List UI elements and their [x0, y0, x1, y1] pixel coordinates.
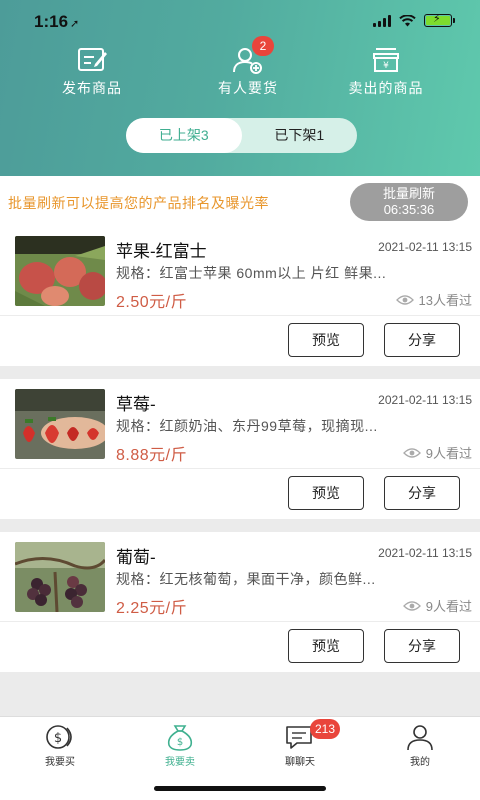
edit-icon — [78, 48, 107, 71]
share-button[interactable]: 分享 — [384, 323, 460, 357]
product-image-strawberry — [15, 389, 105, 459]
publish-product-label: 发布商品 — [62, 80, 122, 96]
tab-mine[interactable]: 我的 — [360, 721, 480, 768]
status-time: 1:16 ➚ — [34, 12, 80, 31]
svg-text:$: $ — [177, 737, 183, 748]
product-views: 13人看过 — [395, 290, 472, 309]
preview-button[interactable]: 预览 — [288, 476, 364, 510]
batch-refresh-button[interactable]: 批量刷新 06:35:36 — [350, 183, 468, 221]
location-arrow-icon: ➚ — [70, 18, 80, 30]
svg-text:$: $ — [54, 731, 62, 746]
product-views: 9人看过 — [402, 596, 472, 615]
listing-status-tabs: 已上架3 已下架1 — [126, 118, 357, 153]
sold-products-label: 卖出的商品 — [348, 80, 424, 96]
divider — [0, 468, 480, 469]
product-price: 2.50元/斤 — [116, 294, 188, 311]
cashbox-icon: ¥ — [373, 48, 399, 72]
product-date: 2021-02-11 13:15 — [378, 393, 472, 407]
product-image-apple — [15, 236, 105, 306]
battery-icon: ⚡ — [424, 13, 455, 27]
tab-mine-label: 我的 — [410, 757, 430, 768]
eye-icon — [402, 447, 421, 458]
tab-chat[interactable]: 聊聊天 213 — [240, 719, 360, 768]
dollar-coin-icon: $ — [46, 725, 72, 749]
header: 1:16 ➚ ⚡ 发布商品 有人要货 2 ¥ 卖出的商品 已上架3 已下架1 — [0, 0, 480, 176]
tab-listed[interactable]: 已上架3 — [126, 118, 242, 153]
sold-products-button[interactable]: ¥ 卖出的商品 — [316, 44, 456, 98]
tab-buy[interactable]: $ 我要买 — [0, 721, 120, 768]
product-spec: 规格：红无核葡萄，果面干净，颜色鲜... — [116, 571, 376, 587]
batch-refresh-label: 批量刷新 — [382, 186, 435, 201]
product-title: 草莓- — [116, 395, 156, 414]
tab-sell-label: 我要卖 — [165, 757, 195, 768]
share-button[interactable]: 分享 — [384, 476, 460, 510]
notice-text: 批量刷新可以提高您的产品排名及曝光率 — [8, 195, 269, 211]
divider — [0, 315, 480, 316]
tab-unlisted[interactable]: 已下架1 — [242, 118, 358, 153]
tab-buy-label: 我要买 — [45, 757, 75, 768]
product-card[interactable]: 草莓- 2021-02-11 13:15 规格：红颜奶油、东丹99草莓，现摘现.… — [0, 379, 480, 519]
product-date: 2021-02-11 13:15 — [378, 546, 472, 560]
person-icon — [407, 725, 433, 751]
refresh-countdown: 06:35:36 — [383, 202, 435, 217]
eye-icon — [402, 600, 421, 611]
divider — [0, 621, 480, 622]
buyer-requests-badge: 2 — [252, 36, 274, 56]
preview-button[interactable]: 预览 — [288, 629, 364, 663]
product-views: 9人看过 — [402, 443, 472, 462]
eye-icon — [395, 294, 414, 305]
status-bar: 1:16 ➚ ⚡ — [0, 0, 480, 44]
money-bag-icon: $ — [167, 725, 193, 751]
signal-icon — [373, 14, 391, 27]
buyer-requests-label: 有人要货 — [218, 80, 278, 96]
chat-unread-badge: 213 — [310, 719, 341, 739]
share-button[interactable]: 分享 — [384, 629, 460, 663]
product-date: 2021-02-11 13:15 — [378, 240, 472, 254]
publish-product-button[interactable]: 发布商品 — [22, 44, 162, 98]
wifi-icon — [399, 14, 416, 26]
product-title: 苹果-红富士 — [116, 242, 207, 261]
home-indicator — [154, 786, 326, 791]
product-card[interactable]: 苹果-红富士 2021-02-11 13:15 规格：红富士苹果 60mm以上 … — [0, 226, 480, 366]
product-spec: 规格：红富士苹果 60mm以上 片红 鲜果... — [116, 265, 387, 281]
product-price: 2.25元/斤 — [116, 600, 188, 617]
tab-sell[interactable]: $ 我要卖 — [120, 721, 240, 768]
top-actions: 发布商品 有人要货 2 ¥ 卖出的商品 — [0, 36, 480, 100]
product-title: 葡萄- — [116, 548, 156, 567]
views-count: 13人看过 — [418, 293, 472, 308]
buyer-requests-button[interactable]: 有人要货 2 — [178, 36, 318, 98]
tab-chat-label: 聊聊天 — [285, 757, 315, 768]
product-image-grape — [15, 542, 105, 612]
refresh-notice: 批量刷新可以提高您的产品排名及曝光率 批量刷新 06:35:36 — [0, 176, 480, 226]
svg-text:¥: ¥ — [383, 61, 389, 71]
views-count: 9人看过 — [425, 599, 472, 614]
product-spec: 规格：红颜奶油、东丹99草莓，现摘现... — [116, 418, 378, 434]
views-count: 9人看过 — [425, 446, 472, 461]
preview-button[interactable]: 预览 — [288, 323, 364, 357]
product-price: 8.88元/斤 — [116, 447, 188, 464]
product-card[interactable]: 葡萄- 2021-02-11 13:15 规格：红无核葡萄，果面干净，颜色鲜..… — [0, 532, 480, 672]
